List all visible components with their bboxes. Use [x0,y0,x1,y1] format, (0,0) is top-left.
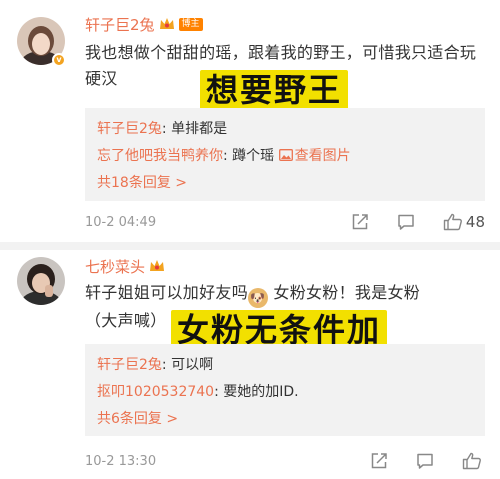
reply-text: 蹲个瑶 [232,148,279,164]
divider [0,242,500,250]
like-button[interactable]: 48 [443,213,485,231]
timestamp: 10-2 04:49 [85,214,157,230]
overlay-caption: 想要野王 [200,70,349,110]
reply-username[interactable]: 忘了他吧我当鸭养你 [97,148,223,164]
username[interactable]: 轩子巨2兔 [85,14,155,35]
comment-button[interactable] [397,213,415,231]
reply-item: 忘了他吧我当鸭养你: 蹲个瑶 查看图片 [97,148,351,164]
share-button[interactable] [351,213,369,231]
more-replies-link[interactable]: 共6条回复 > [97,406,473,433]
reply-username[interactable]: 轩子巨2兔 [97,357,162,373]
reply-item: 轩子巨2兔: 可以啊 [97,357,214,373]
author-badge: 博主 [178,17,203,31]
like-count: 48 [465,213,485,231]
share-button[interactable] [370,452,388,470]
crown-icon [159,18,174,29]
image-icon [278,149,293,161]
comment-button[interactable] [416,452,434,470]
crown-icon [150,260,165,271]
share-icon [371,453,387,469]
view-image-link[interactable]: 查看图片 [278,148,351,164]
reply-text: 要她的加ID. [223,384,299,400]
share-icon [352,214,368,230]
reply-item: 抠叩1020532740: 要她的加ID. [97,384,299,400]
avatar[interactable] [17,257,65,305]
doge-emoji-icon: 🐶 [248,288,269,308]
reply-text: 可以啊 [171,357,214,373]
timestamp: 10-2 13:30 [85,453,157,469]
reply-text: 单排都是 [171,121,228,137]
comment-1: v 轩子巨2兔 博主 我也想做个甜甜的瑶，跟着我的野王，可惜我只适合玩硬汉 想要… [0,0,500,246]
reply-username[interactable]: 轩子巨2兔 [97,121,162,137]
more-replies-link[interactable]: 共18条回复 > [97,170,473,197]
thumbs-up-icon [462,452,481,470]
reply-username[interactable]: 抠叩1020532740 [97,384,214,400]
reply-box: 轩子巨2兔: 可以啊 抠叩1020532740: 要她的加ID. 共6条回复 > [85,344,485,436]
comment-icon [398,214,414,230]
thumbs-up-icon [443,213,462,231]
vip-badge-icon: v [52,53,66,67]
reply-item: 轩子巨2兔: 单排都是 [97,121,228,137]
comment-icon [417,453,433,469]
reply-box: 轩子巨2兔: 单排都是 忘了他吧我当鸭养你: 蹲个瑶 查看图片 共18条回复 > [85,108,485,201]
comment-2: 七秒菜头 轩子姐姐可以加好友吗 🐶 女粉女粉！我是女粉 （大声喊） 女粉无条件加 轩… [0,250,500,479]
like-button[interactable] [462,452,485,470]
username[interactable]: 七秒菜头 [85,256,145,277]
